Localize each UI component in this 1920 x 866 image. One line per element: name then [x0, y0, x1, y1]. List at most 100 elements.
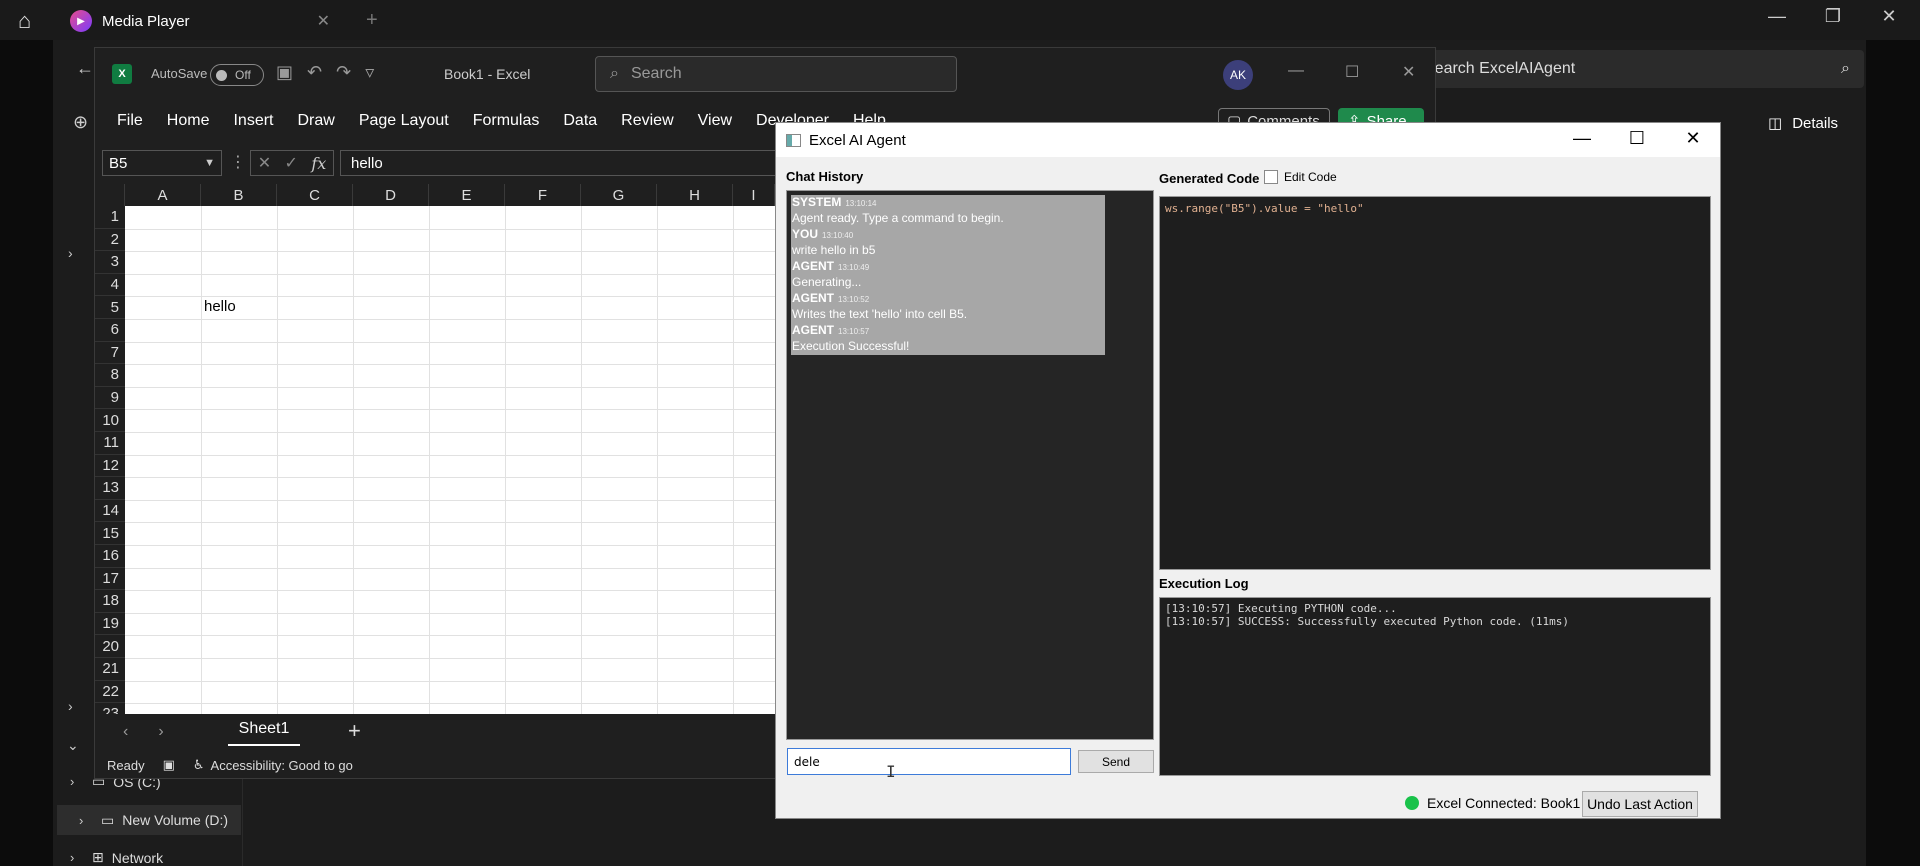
cell-b5[interactable]: hello	[204, 298, 236, 315]
accessibility-label: Accessibility: Good to go	[210, 757, 353, 773]
sidebar-item-network[interactable]: › ⊞ Network	[70, 849, 163, 866]
row-header[interactable]: 7	[95, 341, 125, 365]
details-button[interactable]: ◫ Details	[1768, 114, 1839, 133]
tab-insert[interactable]: Insert	[221, 112, 285, 130]
row-header[interactable]: 1	[95, 206, 125, 229]
explorer-search-box[interactable]: Search ExcelAIAgent ⌕	[1410, 50, 1864, 88]
sheet-tab-sheet1[interactable]: Sheet1	[228, 714, 300, 746]
close-icon[interactable]: ✕	[1402, 62, 1415, 82]
cancel-icon[interactable]: ✕	[258, 153, 271, 173]
minimize-icon[interactable]: —	[1754, 6, 1800, 27]
generated-code-panel[interactable]: ws.range("B5").value = "hello"	[1159, 196, 1711, 570]
formula-bar-input[interactable]: hello	[340, 150, 780, 176]
add-sheet-icon[interactable]: +	[348, 718, 361, 744]
chevron-left-icon[interactable]: ‹	[123, 723, 128, 741]
row-header[interactable]: 10	[95, 409, 125, 432]
minimize-icon[interactable]: —	[1288, 62, 1304, 80]
column-header[interactable]: A	[125, 184, 201, 206]
row-header[interactable]: 6	[95, 319, 125, 342]
edit-code-checkbox[interactable]: Edit Code	[1264, 170, 1337, 184]
tab-file[interactable]: File	[105, 112, 155, 130]
home-icon[interactable]: ⌂	[18, 8, 42, 33]
chevron-right-icon[interactable]: ›	[68, 698, 73, 714]
select-all-corner[interactable]	[95, 184, 125, 206]
maximize-icon[interactable]: ☐	[1345, 62, 1359, 82]
tab-draw[interactable]: Draw	[285, 112, 346, 130]
insert-function-icon[interactable]: fx	[311, 154, 326, 173]
new-tab-icon[interactable]: +	[366, 9, 378, 32]
row-header[interactable]: 8	[95, 364, 125, 387]
send-button[interactable]: Send	[1078, 750, 1154, 773]
autosave-toggle[interactable]: Off	[210, 64, 264, 86]
back-arrow-icon[interactable]: ←	[76, 58, 94, 79]
media-player-tab[interactable]: ▶ Media Player ✕	[70, 8, 330, 34]
tab-data[interactable]: Data	[551, 112, 609, 130]
row-header[interactable]: 15	[95, 522, 125, 545]
accessibility-status[interactable]: ♿ Accessibility: Good to go	[193, 757, 353, 773]
chevron-down-icon[interactable]: ⌄	[67, 737, 79, 754]
new-item-icon[interactable]: ⊕	[73, 112, 88, 133]
row-header[interactable]: 9	[95, 386, 125, 410]
chevron-right-icon[interactable]: ›	[68, 245, 73, 261]
row-header[interactable]: 2	[95, 228, 125, 252]
excel-search-box[interactable]: ⌕ Search	[595, 56, 957, 92]
tab-close-icon[interactable]: ✕	[317, 11, 330, 31]
row-header[interactable]: 18	[95, 590, 125, 613]
column-header[interactable]: I	[733, 184, 775, 206]
execution-log-panel[interactable]: [13:10:57] Executing PYTHON code... [13:…	[1159, 597, 1711, 776]
gridline-h	[125, 658, 775, 659]
close-icon[interactable]: ✕	[1678, 128, 1708, 149]
details-label: Details	[1792, 114, 1839, 132]
column-header[interactable]: F	[505, 184, 581, 206]
undo-last-action-button[interactable]: Undo Last Action	[1582, 791, 1698, 817]
chat-history-panel[interactable]: SYSTEM 13:10:14 Agent ready. Type a comma…	[786, 190, 1154, 740]
customize-icon[interactable]: ▿	[365, 62, 388, 82]
column-header[interactable]: G	[581, 184, 657, 206]
row-header[interactable]: 20	[95, 635, 125, 658]
row-header[interactable]: 21	[95, 658, 125, 681]
column-header[interactable]: D	[353, 184, 429, 206]
row-header[interactable]: 12	[95, 454, 125, 478]
checkbox-box[interactable]	[1264, 170, 1278, 184]
column-header[interactable]: E	[429, 184, 505, 206]
chevron-right-icon[interactable]: ›	[158, 723, 163, 741]
row-header[interactable]: 17	[95, 567, 125, 591]
row-header[interactable]: 16	[95, 545, 125, 568]
maximize-icon[interactable]: ☐	[1622, 128, 1652, 149]
redo-icon[interactable]: ↷	[336, 62, 365, 82]
tab-review[interactable]: Review	[609, 112, 685, 130]
row-header[interactable]: 13	[95, 477, 125, 500]
row-header[interactable]: 5	[95, 296, 125, 319]
row-header[interactable]: 19	[95, 612, 125, 636]
restore-icon[interactable]: ❐	[1810, 6, 1856, 27]
avatar[interactable]: AK	[1223, 60, 1253, 90]
column-header[interactable]: C	[277, 184, 353, 206]
row-header[interactable]: 23	[95, 703, 125, 714]
row-header[interactable]: 22	[95, 680, 125, 704]
save-icon[interactable]: ▣	[276, 62, 307, 82]
tab-home[interactable]: Home	[155, 112, 222, 130]
connection-status: Excel Connected: Book1	[1405, 795, 1580, 811]
command-input[interactable]	[787, 748, 1071, 775]
row-header[interactable]: 3	[95, 251, 125, 274]
row-header[interactable]: 11	[95, 432, 125, 455]
chat-message: write hello in b5	[792, 243, 876, 257]
spreadsheet-grid[interactable]: A B C D E F G H I 1 2 3 4 5 6 7 8 9 10 11 12 13 14 15 1…	[95, 184, 775, 714]
column-header[interactable]: B	[201, 184, 277, 206]
tab-formulas[interactable]: Formulas	[461, 112, 552, 130]
column-header[interactable]: H	[657, 184, 733, 206]
row-header[interactable]: 14	[95, 499, 125, 523]
close-icon[interactable]: ✕	[1866, 6, 1912, 27]
undo-icon[interactable]: ↶	[307, 62, 336, 82]
tab-page-layout[interactable]: Page Layout	[347, 112, 461, 130]
more-options-icon[interactable]: ⋮	[230, 152, 246, 172]
row-header[interactable]: 4	[95, 273, 125, 297]
chat-message: Agent ready. Type a command to begin.	[792, 211, 1004, 225]
name-box[interactable]: B5 ▼	[102, 150, 222, 176]
tab-view[interactable]: View	[686, 112, 744, 130]
check-icon[interactable]: ✓	[285, 153, 298, 173]
sidebar-item-new-volume-d[interactable]: › ▭ New Volume (D:)	[57, 805, 241, 835]
minimize-icon[interactable]: —	[1567, 128, 1597, 149]
macro-record-icon[interactable]: ▣	[163, 757, 175, 773]
document-title: Book1 - Excel	[444, 66, 531, 82]
